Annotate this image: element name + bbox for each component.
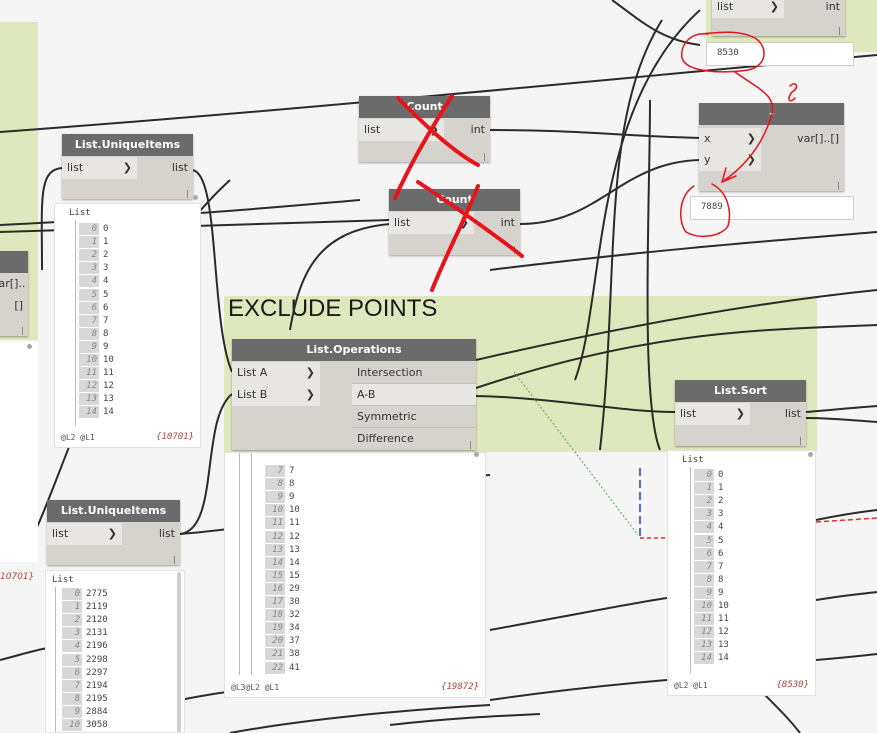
circle-mark <box>680 183 731 238</box>
arrow-mark <box>721 71 774 183</box>
cross-out-mark <box>396 96 480 167</box>
cross-out-mark <box>430 184 480 292</box>
cross-out-mark <box>416 180 524 258</box>
squiggle-mark <box>788 83 798 102</box>
circle-mark <box>681 31 765 73</box>
cross-out-mark <box>393 94 454 200</box>
annotation-layer <box>393 31 798 292</box>
